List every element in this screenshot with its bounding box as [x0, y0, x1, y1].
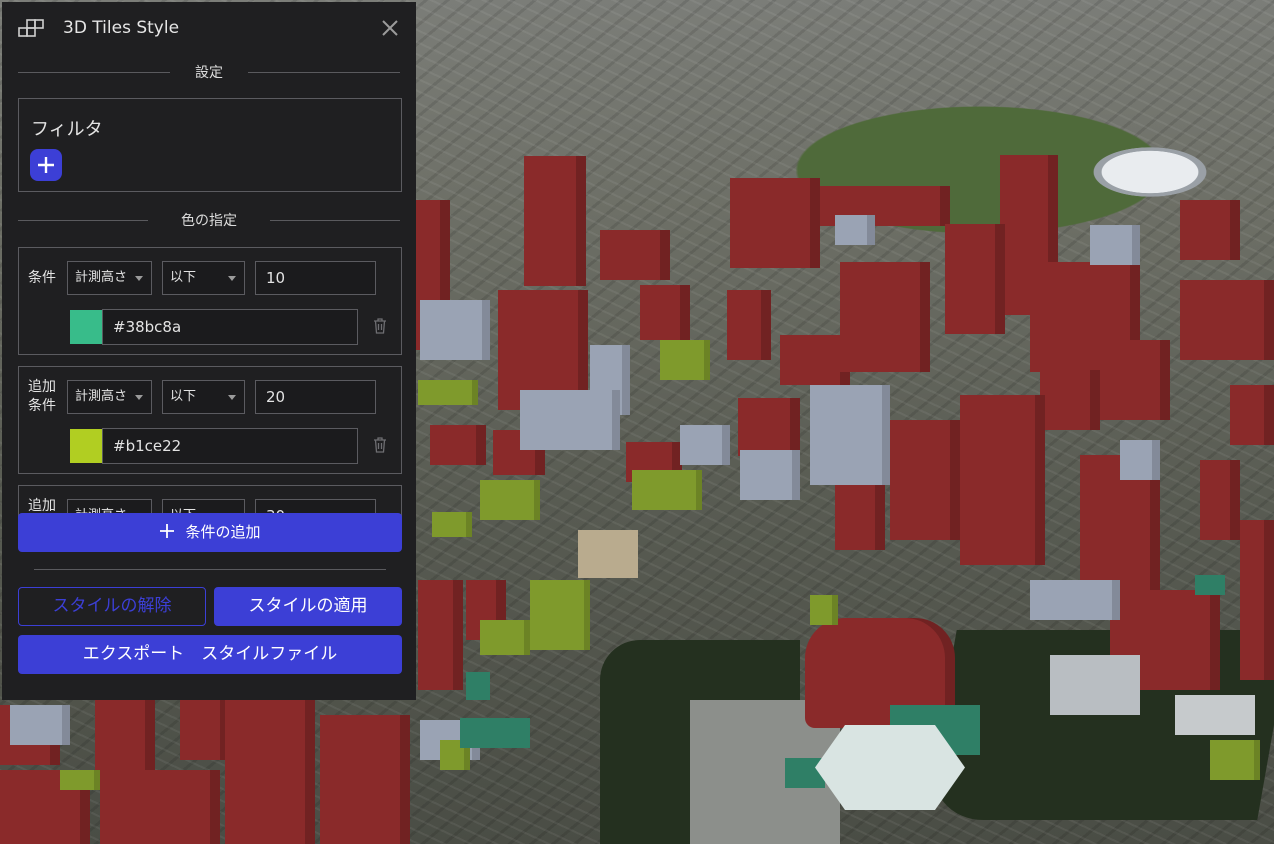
- color-swatch[interactable]: [70, 429, 102, 463]
- building: [1230, 385, 1274, 445]
- building: [730, 178, 820, 268]
- conditions-list[interactable]: 条件 計測高さ 以下 10 #38bc8a 追加 条件 計測高さ 以下 20 #…: [2, 247, 416, 517]
- condition-card: 条件 計測高さ 以下 10 #38bc8a: [18, 247, 402, 355]
- building: [1030, 580, 1120, 620]
- building: [1180, 200, 1240, 260]
- attribute-select-value: 計測高さ: [75, 270, 128, 285]
- apply-style-button[interactable]: スタイルの適用: [214, 587, 402, 626]
- color-heading: 色の指定: [18, 210, 400, 230]
- attribute-select[interactable]: 計測高さ: [67, 261, 152, 295]
- operator-select-value: 以下: [170, 270, 197, 285]
- attribute-select[interactable]: 計測高さ: [67, 380, 152, 414]
- value-input[interactable]: 20: [255, 380, 376, 414]
- tiles-icon: [18, 19, 44, 37]
- building: [960, 395, 1045, 565]
- operator-select[interactable]: 以下: [162, 380, 245, 414]
- building: [460, 718, 530, 748]
- building: [840, 262, 930, 372]
- building: [1210, 740, 1260, 780]
- building: [320, 715, 410, 844]
- plus-icon: [38, 157, 54, 173]
- operator-select[interactable]: 以下: [162, 261, 245, 295]
- filter-label: フィルタ: [31, 119, 103, 140]
- panel-header: 3D Tiles Style: [2, 2, 416, 56]
- building: [524, 156, 586, 286]
- building: [418, 380, 478, 405]
- clear-style-button[interactable]: スタイルの解除: [18, 587, 206, 626]
- building: [420, 300, 490, 360]
- building: [418, 580, 463, 690]
- building: [810, 385, 890, 485]
- plus-icon: [160, 524, 175, 538]
- field: [578, 530, 638, 578]
- building: [1195, 575, 1225, 595]
- building: [600, 230, 670, 280]
- building: [1040, 370, 1100, 430]
- panel-title: 3D Tiles Style: [63, 18, 180, 38]
- add-condition-label: 条件の追加: [185, 523, 261, 541]
- building: [95, 690, 155, 770]
- condition-label: 追加 条件: [28, 379, 56, 414]
- building: [945, 224, 1005, 334]
- building: [815, 725, 965, 810]
- building: [1240, 520, 1274, 680]
- building: [632, 470, 702, 510]
- building: [225, 700, 315, 844]
- value-input[interactable]: 10: [255, 261, 376, 295]
- condition-card: 追加 条件 計測高さ 以下 20 #b1ce22: [18, 366, 402, 474]
- building: [480, 620, 530, 655]
- building: [100, 770, 220, 844]
- close-icon[interactable]: [378, 16, 402, 40]
- building: [890, 420, 960, 540]
- add-filter-button[interactable]: [30, 149, 62, 181]
- building: [810, 595, 838, 625]
- building: [180, 700, 230, 760]
- building: [1090, 225, 1140, 265]
- building: [727, 290, 771, 360]
- building: [738, 398, 800, 456]
- chevron-down-icon: [135, 276, 143, 281]
- building: [480, 480, 540, 520]
- building: [10, 705, 70, 745]
- color-swatch[interactable]: [70, 310, 102, 344]
- building: [466, 672, 490, 700]
- building: [640, 285, 690, 340]
- building: [1200, 460, 1240, 540]
- building: [1120, 440, 1160, 480]
- chevron-down-icon: [135, 395, 143, 400]
- attribute-select-value: 計測高さ: [75, 389, 128, 404]
- building: [835, 480, 885, 550]
- building: [430, 425, 486, 465]
- building: [1050, 655, 1140, 715]
- building: [1100, 340, 1170, 420]
- divider: [34, 569, 386, 570]
- building: [835, 215, 875, 245]
- building: [660, 340, 710, 380]
- trash-icon[interactable]: [372, 436, 388, 454]
- condition-label: 条件: [28, 270, 56, 286]
- color-hex-input[interactable]: #b1ce22: [102, 428, 358, 464]
- trash-icon[interactable]: [372, 317, 388, 335]
- add-condition-button[interactable]: 条件の追加: [18, 513, 402, 552]
- building: [530, 580, 590, 650]
- building: [1180, 280, 1274, 360]
- filter-section: フィルタ: [18, 98, 402, 192]
- building: [1175, 695, 1255, 735]
- 3d-tiles-style-panel: 3D Tiles Style 設定 フィルタ 色の指定 条件 計測高さ 以下 1…: [2, 2, 416, 700]
- chevron-down-icon: [228, 395, 236, 400]
- settings-heading: 設定: [18, 62, 400, 82]
- building: [432, 512, 472, 537]
- export-style-file-button[interactable]: エクスポート スタイルファイル: [18, 635, 402, 674]
- building: [740, 450, 800, 500]
- building: [680, 425, 730, 465]
- color-hex-input[interactable]: #38bc8a: [102, 309, 358, 345]
- operator-select-value: 以下: [170, 389, 197, 404]
- building: [520, 390, 620, 450]
- building: [60, 770, 100, 790]
- chevron-down-icon: [228, 276, 236, 281]
